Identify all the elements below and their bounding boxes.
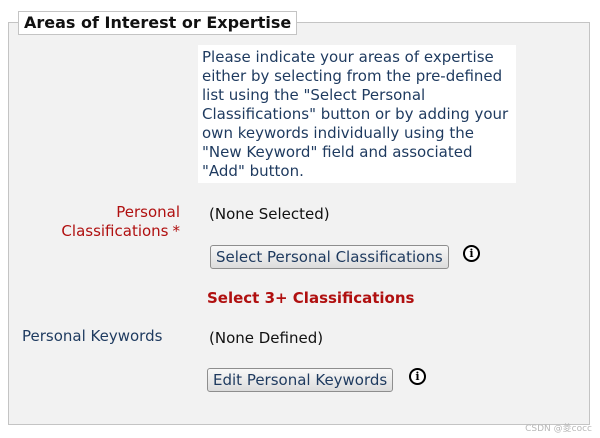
personal-keywords-value: (None Defined) [209, 329, 324, 347]
personal-classifications-label-text: Personal Classifications [61, 203, 180, 240]
personal-keywords-label: Personal Keywords [22, 327, 163, 345]
info-icon[interactable]: i [463, 245, 480, 262]
edit-personal-keywords-button[interactable]: Edit Personal Keywords [207, 368, 394, 392]
info-icon[interactable]: i [409, 368, 426, 385]
classification-warning: Select 3+ Classifications [207, 289, 415, 307]
section-title: Areas of Interest or Expertise [18, 11, 298, 35]
select-personal-classifications-button[interactable]: Select Personal Classifications [210, 245, 449, 269]
instructions-text: Please indicate your areas of expertise … [198, 45, 516, 183]
watermark: CSDN @菱cocc [525, 424, 592, 434]
personal-classifications-label: Personal Classifications * [30, 203, 180, 241]
required-marker: * [172, 222, 181, 240]
personal-classifications-value: (None Selected) [209, 205, 330, 223]
